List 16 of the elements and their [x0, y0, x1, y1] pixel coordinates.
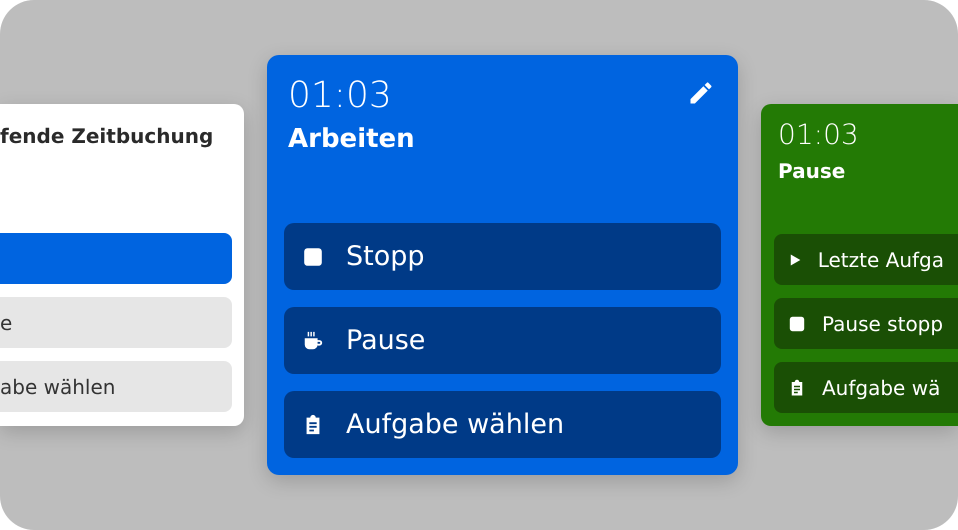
action-button[interactable]: Letzte Aufga — [774, 234, 958, 285]
coffee-cup-icon — [302, 330, 324, 352]
card-title: Arbeiten — [288, 124, 415, 154]
action-button[interactable]: e — [0, 297, 232, 348]
card-title: Pause — [778, 159, 846, 183]
timer-display: 01:03 — [777, 118, 860, 151]
action-button[interactable]: Stopp — [284, 223, 721, 290]
action-button[interactable]: Aufgabe wä — [774, 362, 958, 413]
timer-display: 01:03 — [287, 74, 393, 116]
action-button[interactable]: abe wählen — [0, 361, 232, 412]
stop-icon — [302, 246, 324, 268]
stop-icon — [788, 314, 806, 332]
action-button[interactable]: Aufgabe wählen — [284, 391, 721, 458]
card-title: fende Zeitbuchung — [0, 124, 214, 148]
action-button[interactable]: Pause — [284, 307, 721, 374]
action-button[interactable]: Pause stopp — [774, 298, 958, 349]
